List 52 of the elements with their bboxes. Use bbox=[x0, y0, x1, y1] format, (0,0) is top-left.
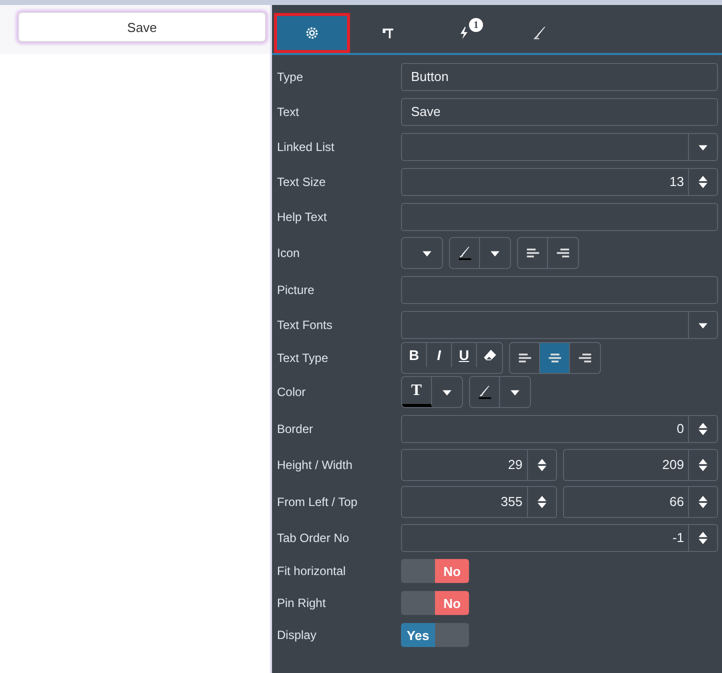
property-label: Color bbox=[277, 385, 307, 399]
badge: 1 bbox=[469, 18, 483, 32]
input-field[interactable] bbox=[401, 276, 718, 304]
spinner-icon bbox=[696, 494, 710, 508]
align-left-icon bbox=[526, 246, 540, 260]
property-label: Type bbox=[277, 70, 304, 84]
property-label: Fit horizontal bbox=[277, 564, 347, 578]
number-field[interactable]: 355 bbox=[401, 486, 556, 518]
property-label: Text bbox=[277, 104, 300, 118]
align-right-icon bbox=[556, 246, 570, 260]
property-label: Picture bbox=[277, 282, 316, 296]
spinner-icon bbox=[696, 422, 710, 436]
save-button[interactable]: Save bbox=[18, 12, 266, 42]
spinner-icon bbox=[696, 174, 710, 188]
property-label: Border bbox=[277, 422, 314, 436]
property-label: Tab Order No bbox=[277, 530, 350, 544]
align-center-icon bbox=[548, 350, 562, 364]
spinner-icon bbox=[696, 458, 710, 472]
spinner-icon bbox=[696, 530, 710, 544]
layout-icon bbox=[381, 26, 395, 40]
property-label: Linked List bbox=[277, 140, 336, 154]
bold-button[interactable]: B bbox=[402, 342, 427, 366]
input-field[interactable] bbox=[401, 202, 718, 230]
toggle-switch[interactable]: Yes bbox=[401, 623, 469, 647]
italic-button[interactable]: I bbox=[427, 342, 452, 366]
brush-icon bbox=[478, 385, 492, 399]
property-label: Display bbox=[277, 628, 318, 642]
property-label: Text Fonts bbox=[277, 318, 334, 332]
property-label: Text Type bbox=[277, 350, 330, 364]
number-field[interactable]: -1 bbox=[401, 524, 718, 552]
align-right-icon bbox=[578, 350, 592, 364]
property-label: Height / Width bbox=[277, 458, 354, 472]
tab[interactable]: 1 bbox=[426, 13, 502, 53]
property-label: Icon bbox=[277, 246, 301, 260]
number-field[interactable]: 13 bbox=[401, 168, 718, 196]
number-field[interactable]: 209 bbox=[562, 448, 718, 480]
eraser-icon bbox=[482, 348, 496, 362]
input-field[interactable]: Save bbox=[401, 98, 718, 126]
number-field[interactable]: 66 bbox=[562, 486, 718, 518]
property-label: Pin Right bbox=[277, 596, 327, 610]
number-field[interactable]: 0 bbox=[401, 414, 718, 442]
input-field[interactable]: Button bbox=[401, 62, 718, 90]
number-field[interactable]: 29 bbox=[401, 448, 556, 480]
underline-button[interactable]: U bbox=[452, 342, 477, 366]
align-left-icon bbox=[518, 350, 532, 364]
align-center-button[interactable] bbox=[540, 342, 570, 372]
brush-icon bbox=[458, 246, 472, 260]
property-label: Help Text bbox=[277, 210, 328, 224]
property-label: From Left / Top bbox=[277, 494, 358, 508]
settings-icon bbox=[305, 26, 319, 40]
property-label: Text Size bbox=[277, 174, 327, 188]
brush-icon bbox=[533, 26, 547, 40]
